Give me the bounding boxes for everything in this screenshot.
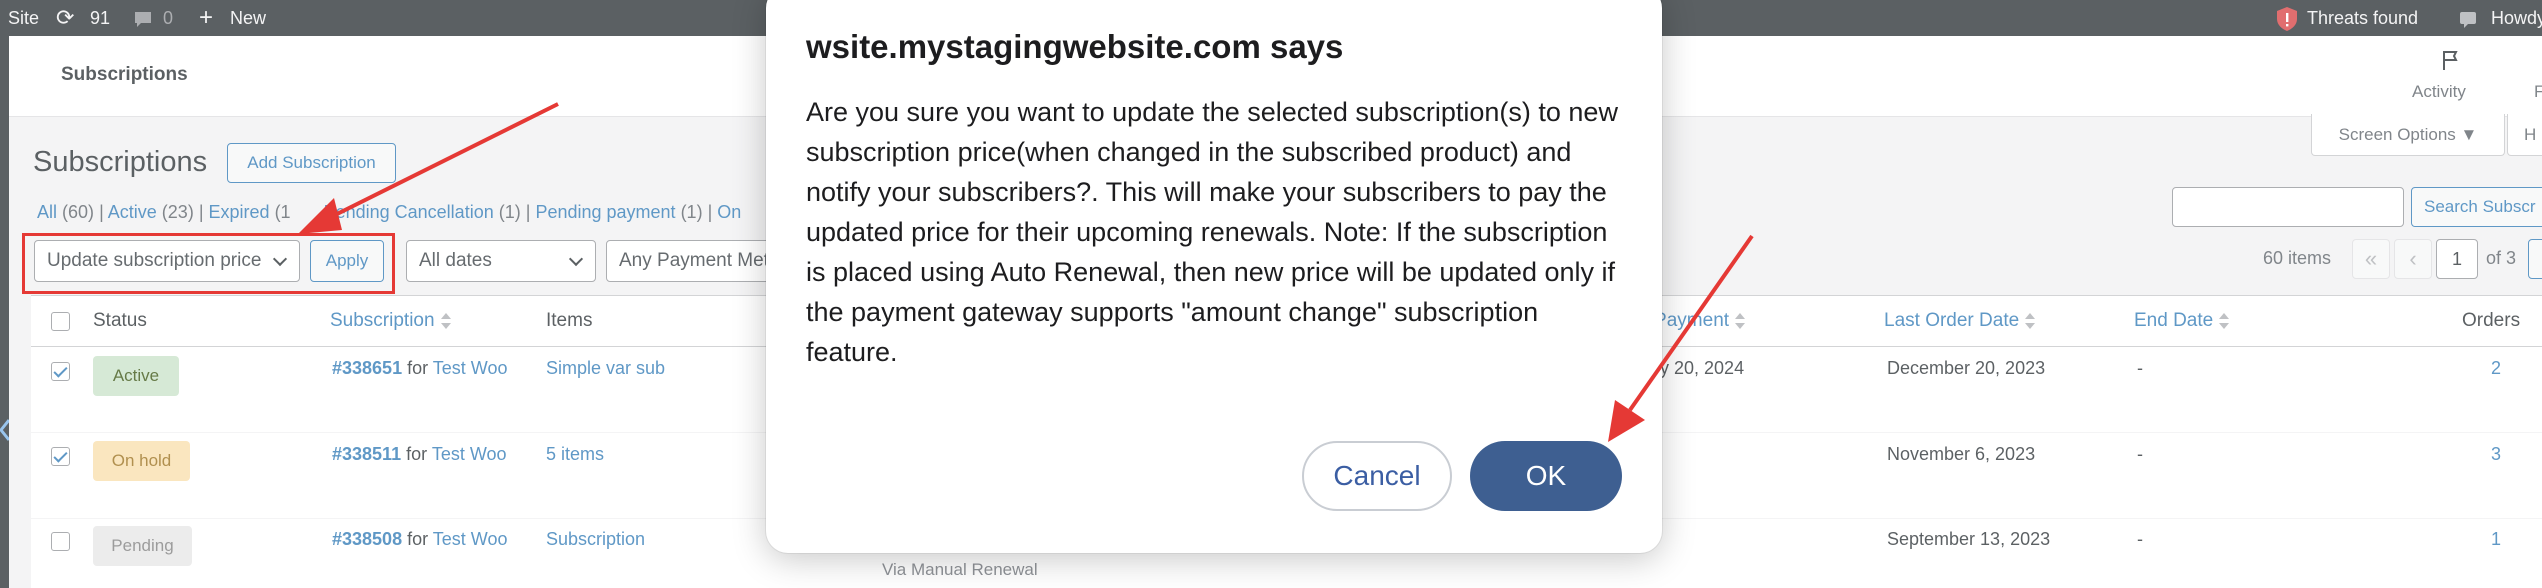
ok-button[interactable]: OK: [1470, 441, 1622, 511]
cancel-button[interactable]: Cancel: [1302, 441, 1452, 511]
confirm-dialog: wsite.mystagingwebsite.com says Are you …: [766, 0, 1662, 553]
annotation-highlight-box: [22, 233, 395, 294]
dialog-title: wsite.mystagingwebsite.com says: [806, 28, 1344, 65]
dialog-message: Are you sure you want to update the sele…: [806, 97, 1618, 367]
